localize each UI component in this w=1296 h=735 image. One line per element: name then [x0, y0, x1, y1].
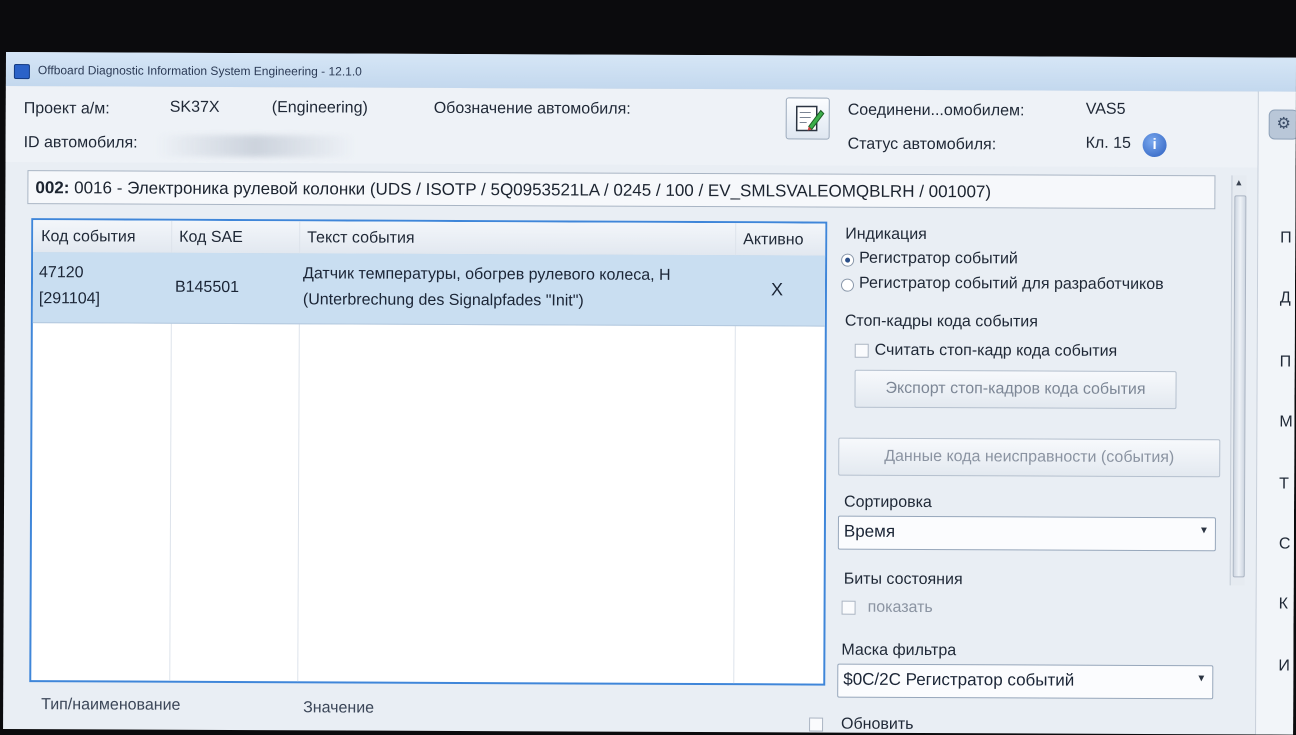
- connection-value: VAS5: [1086, 101, 1126, 119]
- filter-mask-title: Маска фильтра: [841, 642, 956, 661]
- column-header-active[interactable]: Активно: [743, 231, 803, 249]
- app-window: Offboard Diagnostic Information System E…: [3, 52, 1296, 735]
- export-freeze-frames-button[interactable]: Экспорт стоп-кадров кода события: [854, 370, 1176, 409]
- column-header-event-text[interactable]: Текст события: [307, 229, 414, 247]
- read-freeze-frame-checkbox[interactable]: [855, 344, 869, 358]
- side-item-6[interactable]: С: [1279, 536, 1291, 554]
- event-active-mark: X: [771, 279, 783, 300]
- side-item-4[interactable]: М: [1279, 414, 1292, 432]
- chevron-down-icon: ▼: [1199, 525, 1209, 536]
- edit-document-icon: [787, 98, 829, 138]
- sort-select[interactable]: Время ▼: [838, 516, 1216, 552]
- table-row[interactable]: 47120 [291104] B145501 Датчик температур…: [33, 252, 825, 326]
- ecu-identification-bar: 002: 0016 - Электроника рулевой колонки …: [27, 170, 1215, 209]
- event-text: Датчик температуры, обогрев рулевого кол…: [303, 265, 733, 285]
- side-item-1[interactable]: П: [1280, 230, 1292, 248]
- main-vertical-scrollbar[interactable]: ▲: [1230, 175, 1247, 585]
- event-memory-table[interactable]: Код события Код SAE Текст события Активн…: [29, 218, 827, 685]
- status-bits-title: Биты состояния: [844, 571, 963, 590]
- scroll-up-arrow-icon[interactable]: ▲: [1234, 177, 1243, 187]
- refresh-checkbox[interactable]: [809, 718, 823, 732]
- window-title: Offboard Diagnostic Information System E…: [38, 63, 362, 78]
- side-item-7[interactable]: К: [1279, 596, 1288, 614]
- project-value: SK37X: [170, 99, 220, 117]
- details-column-type-name[interactable]: Тип/наименование: [41, 696, 180, 715]
- side-item-2[interactable]: Д: [1280, 290, 1291, 308]
- connection-label: Соединени...омобилем:: [848, 102, 1025, 121]
- details-column-value[interactable]: Значение: [303, 699, 374, 717]
- indication-title: Индикация: [845, 226, 927, 244]
- read-freeze-frame-label[interactable]: Считать стоп-кадр кода события: [875, 342, 1118, 361]
- freeze-frames-title: Стоп-кадры кода события: [845, 313, 1038, 332]
- ecu-address: 002:: [35, 178, 69, 197]
- app-icon: [14, 64, 30, 79]
- edit-vehicle-button[interactable]: [786, 97, 830, 139]
- project-label: Проект а/м:: [24, 100, 110, 118]
- settings-gear-icon[interactable]: ⚙: [1269, 110, 1296, 140]
- radio-event-memory[interactable]: [841, 254, 854, 267]
- radio-dev-event-memory-label[interactable]: Регистратор событий для разработчиков: [859, 275, 1164, 294]
- fault-code-data-button[interactable]: Данные кода неисправности (события): [838, 438, 1220, 478]
- event-code-sub: [291104]: [39, 290, 100, 308]
- sort-title: Сортировка: [844, 494, 932, 512]
- side-item-5[interactable]: Т: [1279, 476, 1289, 494]
- filter-mask-select[interactable]: $0C/2C Регистратор событий ▼: [837, 664, 1213, 700]
- column-header-sae-code[interactable]: Код SAE: [179, 229, 243, 247]
- vehicle-id-value-blurred: [156, 135, 356, 158]
- ecu-description: 0016 - Электроника рулевой колонки (UDS …: [74, 178, 991, 201]
- radio-dev-event-memory[interactable]: [841, 279, 854, 292]
- vehicle-status-value: Кл. 15: [1086, 135, 1136, 153]
- sae-code: B145501: [175, 279, 239, 297]
- vehicle-designation-label: Обозначение автомобиля:: [434, 100, 631, 119]
- event-text-sub: (Unterbrechung des Signalpfades "Init"): [303, 291, 733, 311]
- column-header-event-code[interactable]: Код события: [41, 228, 135, 246]
- event-code: 47120: [39, 264, 84, 282]
- info-icon[interactable]: i: [1143, 133, 1167, 157]
- show-status-bits-checkbox[interactable]: [842, 601, 856, 615]
- right-side-panel: ⚙ П Д П М Т С К И: [1255, 91, 1296, 734]
- chevron-down-icon: ▼: [1196, 673, 1206, 684]
- filter-mask-select-value: $0C/2C Регистратор событий: [843, 670, 1074, 691]
- refresh-label[interactable]: Обновить: [841, 716, 914, 734]
- side-item-3[interactable]: П: [1280, 354, 1292, 372]
- vehicle-status-label: Статус автомобиля:: [848, 136, 997, 155]
- sort-select-value: Время: [844, 522, 895, 542]
- project-mode: (Engineering): [272, 99, 368, 117]
- scrollbar-thumb[interactable]: [1233, 195, 1247, 577]
- table-header: Код события Код SAE Текст события Активн…: [33, 220, 825, 256]
- radio-event-memory-label[interactable]: Регистратор событий: [859, 250, 1018, 269]
- side-item-8[interactable]: И: [1278, 658, 1290, 676]
- vehicle-id-label: ID автомобиля:: [24, 134, 138, 152]
- show-status-bits-label[interactable]: показать: [868, 599, 933, 617]
